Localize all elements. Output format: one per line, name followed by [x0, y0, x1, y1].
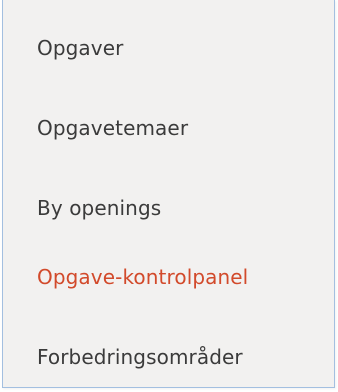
menu-item-label: Opgave-kontrolpanel [37, 265, 249, 289]
menu-item-label: Opgavetemaer [37, 116, 189, 140]
menu-item-label: Forbedringsområder [37, 345, 243, 369]
dropdown-menu: Opgaver Opgavetemaer By openings Opgave-… [2, 0, 335, 388]
menu-item-opgave-kontrolpanel[interactable]: Opgave-kontrolpanel [3, 251, 334, 303]
menu-item-opgaver[interactable]: Opgaver [3, 22, 334, 74]
menu-item-label: By openings [37, 196, 162, 220]
menu-item-forbedringsomraader[interactable]: Forbedringsområder [3, 331, 334, 383]
menu-item-by-openings[interactable]: By openings [3, 182, 334, 234]
menu-item-label: Opgaver [37, 36, 124, 60]
menu-item-opgavetemaer[interactable]: Opgavetemaer [3, 102, 334, 154]
